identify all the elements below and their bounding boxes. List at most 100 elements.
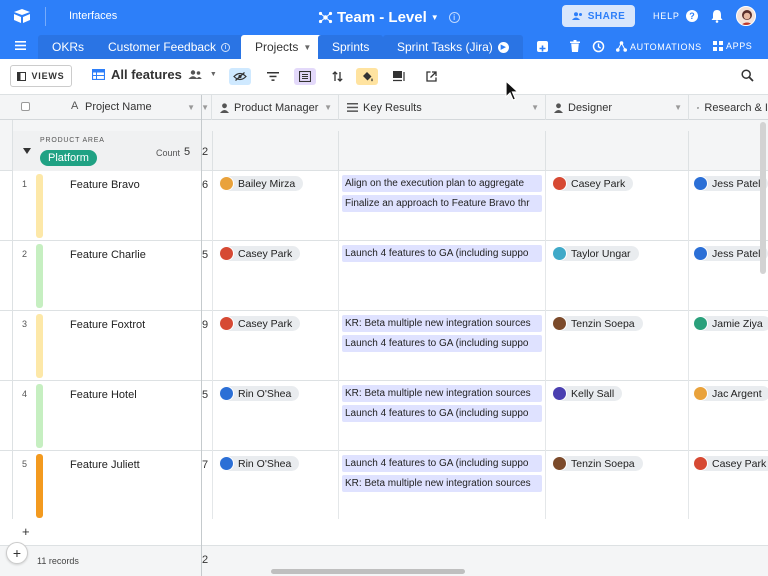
key-result-chip[interactable]: KR: Beta multiple new integration source… [342,385,542,402]
designer-chip[interactable]: Taylor Ungar [552,246,639,261]
chevron-down-icon[interactable]: ▼ [187,103,195,112]
column-divider [212,171,213,241]
chevron-down-icon[interactable]: ▼ [303,43,311,52]
research-chip[interactable]: Casey Park [693,456,768,471]
product-manager-chip[interactable]: Rin O'Shea [219,456,300,471]
select-all-checkbox[interactable] [21,102,30,111]
help-icon[interactable]: ? [686,10,698,22]
group-icon [299,71,311,82]
key-result-chip[interactable]: Launch 4 features to GA (including suppo [342,335,542,352]
research-chip[interactable]: Jamie Ziya [693,316,768,331]
hidden-fields-eye-icon [233,72,247,81]
tab-okrs[interactable]: OKRs [38,35,99,59]
vertical-scrollbar[interactable] [760,122,766,274]
tab-customer-feedback[interactable]: Customer Feedback i [94,35,245,59]
help-link[interactable]: HELP [653,11,680,21]
view-switcher[interactable]: All features ▼ [92,67,217,82]
key-result-chip[interactable]: Align on the execution plan to aggregate [342,175,542,192]
table-row[interactable]: 2 Feature Charlie 5 Casey Park Launch 4 … [0,241,768,311]
research-chip[interactable]: Jac Argent [693,386,768,401]
info-icon[interactable]: i [221,42,231,52]
table-row[interactable]: 3 Feature Foxtrot 9 Casey Park KR: Beta … [0,311,768,381]
automations-button[interactable]: AUTOMATIONS [616,41,702,52]
group-button[interactable] [294,68,316,85]
notifications-bell-icon[interactable] [711,9,723,23]
share-view-button[interactable] [420,68,442,85]
key-result-chip[interactable]: KR: Beta multiple new integration source… [342,475,542,492]
views-button[interactable]: VIEWS [10,65,72,87]
table-row[interactable]: 1 Feature Bravo 6 Bailey Mirza Align on … [0,171,768,241]
chevron-down-icon: ▼ [202,103,209,112]
table-row[interactable]: 4 Feature Hotel 5 Rin O'Shea KR: Beta mu… [0,381,768,451]
airtable-logo-icon[interactable] [13,8,31,24]
scroll-tabs-arrow-icon[interactable]: ▶ [497,41,509,53]
column-header-designer[interactable]: Designer ▼ [546,95,689,120]
add-record-icon[interactable]: + [22,524,30,539]
collapse-group-icon[interactable] [23,148,31,154]
hamburger-menu-icon[interactable] [15,41,26,50]
share-button[interactable]: SHARE [562,5,635,27]
filter-button[interactable] [262,68,284,85]
frozen-column-divider[interactable] [201,95,202,576]
interfaces-link[interactable]: Interfaces [69,10,117,22]
key-result-chip[interactable]: Launch 4 features to GA (including suppo [342,245,542,262]
hide-fields-button[interactable] [229,68,251,85]
designer-chip[interactable]: Tenzin Soepa [552,456,643,471]
tab-projects[interactable]: Projects ▼ [241,35,326,59]
project-name-cell[interactable]: Feature Hotel [70,389,137,401]
key-result-chip[interactable]: Launch 4 features to GA (including suppo [342,455,542,472]
key-result-chip[interactable]: Finalize an approach to Feature Bravo th… [342,195,542,212]
sidebar-toggle-icon [17,71,27,81]
row-height-button[interactable] [388,68,410,85]
add-table-icon[interactable] [537,41,548,52]
column-divider [545,131,546,171]
info-icon[interactable]: i [448,11,460,23]
person-name: Jess Patel [712,177,761,190]
tab-sprints[interactable]: Sprints [318,35,384,59]
project-name-cell[interactable]: Feature Bravo [70,179,140,191]
product-manager-chip[interactable]: Casey Park [219,246,301,261]
tab-sprint-tasks[interactable]: Sprint Tasks (Jira) ▶ [383,35,523,59]
group-count-label: Count [156,148,181,158]
group-header-row[interactable]: PRODUCT AREA Platform Count 5 2 [0,131,768,171]
row-number: 1 [22,179,28,189]
key-result-chip[interactable]: Launch 4 features to GA (including suppo [342,405,542,422]
key-result-chip[interactable]: KR: Beta multiple new integration source… [342,315,542,332]
designer-chip[interactable]: Tenzin Soepa [552,316,643,331]
chevron-down-icon[interactable]: ▼ [324,103,332,112]
product-manager-chip[interactable]: Rin O'Shea [219,386,300,401]
project-name-cell[interactable]: Feature Juliett [70,459,140,471]
designer-chip[interactable]: Casey Park [552,176,634,191]
column-header-product-manager[interactable]: Product Manager ▼ [212,95,339,120]
product-manager-chip[interactable]: Casey Park [219,316,301,331]
person-name: Casey Park [712,457,767,470]
chevron-down-icon[interactable]: ▼ [674,103,682,112]
project-name-cell[interactable]: Feature Foxtrot [70,319,145,331]
add-record-row[interactable]: + [0,519,768,545]
link-field-icon [347,103,358,112]
apps-button[interactable]: APPS [713,41,752,51]
primary-column-header[interactable]: A Project Name ▼ [0,95,202,120]
column-header-research[interactable]: Research & I [689,95,768,120]
chevron-down-icon[interactable]: ▼ [531,103,539,112]
record-count: 11 records [37,556,79,566]
table-row[interactable]: 5 Feature Juliett 7 Rin O'Shea Launch 4 … [0,451,768,521]
research-chip[interactable]: Jess Patel [693,246,768,261]
user-avatar[interactable] [736,6,756,26]
add-floating-button[interactable]: + [6,542,28,564]
horizontal-scrollbar[interactable] [271,569,465,574]
research-chip[interactable]: Jess Patel [693,176,768,191]
column-divider [338,241,339,311]
search-icon[interactable] [741,69,754,82]
share-people-icon [571,12,582,20]
trash-icon[interactable] [570,40,580,52]
designer-chip[interactable]: Kelly Sall [552,386,623,401]
base-title[interactable]: Team - Level ▼ i [318,7,460,27]
product-manager-chip[interactable]: Bailey Mirza [219,176,304,191]
color-button[interactable] [356,68,378,85]
project-name-cell[interactable]: Feature Charlie [70,249,146,261]
person-name: Taylor Ungar [571,247,631,260]
sort-button[interactable] [326,68,348,85]
person-name: Rin O'Shea [238,457,292,470]
history-icon[interactable] [592,40,605,53]
